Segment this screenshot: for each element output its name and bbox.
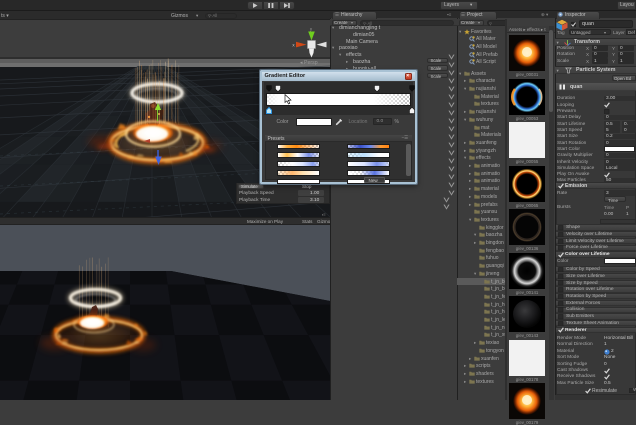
svg-text:x: x xyxy=(292,43,295,48)
svg-text:y: y xyxy=(310,27,313,32)
